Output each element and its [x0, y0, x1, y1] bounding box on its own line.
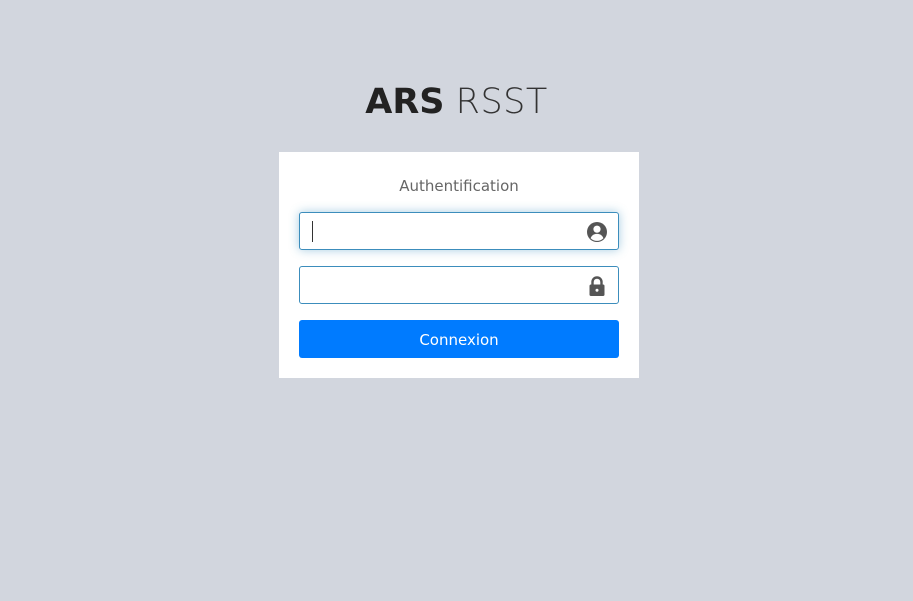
password-input[interactable] [300, 267, 580, 303]
text-caret [312, 221, 313, 242]
username-input[interactable] [300, 213, 580, 249]
login-box: Authentification Connexion [279, 152, 639, 378]
username-field[interactable] [299, 212, 619, 250]
brand-primary: ARS [365, 82, 445, 122]
login-button[interactable]: Connexion [299, 320, 619, 358]
user-circle-icon [586, 221, 608, 243]
login-title: Authentification [399, 177, 519, 195]
lock-icon [586, 275, 608, 297]
app-logo: ARS RSST [0, 82, 913, 122]
brand-secondary: RSST [455, 82, 548, 122]
password-field[interactable] [299, 266, 619, 304]
